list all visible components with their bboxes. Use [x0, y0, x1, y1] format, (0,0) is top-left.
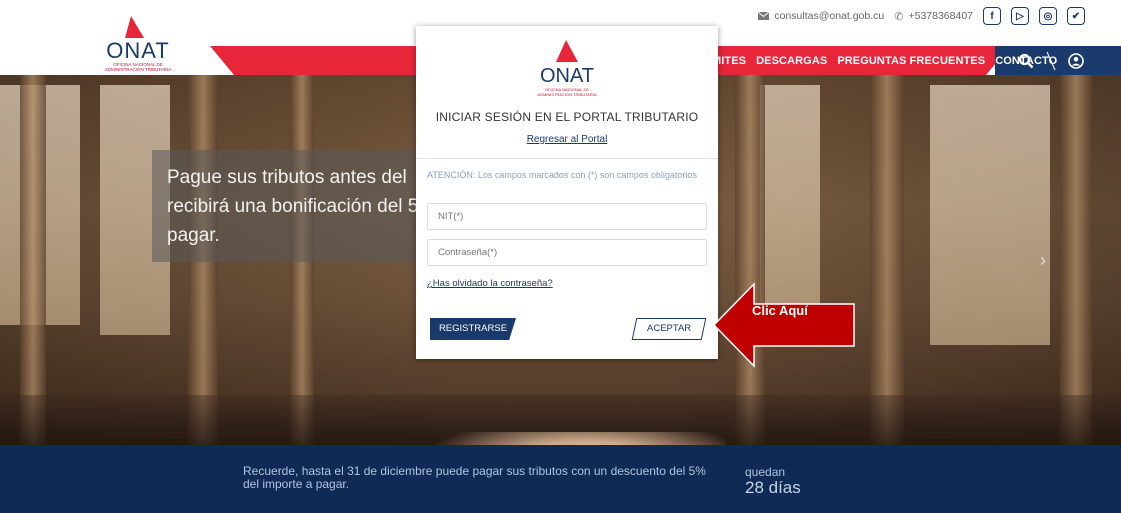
- search-icon[interactable]: [1018, 53, 1034, 69]
- login-modal: ONAT OFICINA NACIONAL DE ADMINISTRACIÓN …: [416, 26, 718, 359]
- play-icon[interactable]: ▷: [1011, 7, 1029, 25]
- accept-button-label: ACEPTAR: [646, 323, 692, 334]
- modal-title: INICIAR SESIÓN EN EL PORTAL TRIBUTARIO: [435, 110, 699, 124]
- accept-button[interactable]: ACEPTAR: [631, 318, 707, 340]
- modal-onat-logo: ONAT OFICINA NACIONAL DE ADMINISTRACIÓN …: [536, 38, 598, 98]
- required-fields-note: ATENCIÓN: Los campos marcados con (*) so…: [427, 170, 697, 180]
- phone-icon: ✆: [894, 10, 904, 23]
- page: Pague sus tributos antes del recibirá un…: [0, 0, 1121, 513]
- top-contacts: consultas@onat.gob.cu ✆ +5378368407 f ▷ …: [758, 7, 1085, 25]
- back-to-portal-link[interactable]: Regresar al Portal: [416, 134, 718, 145]
- countdown-value: 28 días: [745, 478, 801, 497]
- hero-text: Pague sus tributos antes del recibirá un…: [167, 167, 419, 246]
- main-nav: MITES DESCARGAS PREGUNTAS FRECUENTES CON…: [712, 46, 1057, 75]
- register-button[interactable]: REGISTRARSE: [430, 318, 516, 340]
- click-here-arrow: [712, 282, 855, 368]
- password-input[interactable]: [427, 239, 707, 266]
- instagram-icon[interactable]: ◎: [1039, 7, 1057, 25]
- email-text: consultas@onat.gob.cu: [774, 10, 885, 22]
- facebook-icon[interactable]: f: [983, 7, 1001, 25]
- forgot-password-link[interactable]: ¿Has olvidado la contraseña?: [427, 278, 553, 289]
- user-icon[interactable]: [1068, 52, 1084, 69]
- phone-contact[interactable]: ✆ +5378368407: [894, 10, 973, 23]
- nav-icons: [1018, 46, 1084, 75]
- onat-logo[interactable]: ONAT OFICINA NACIONAL DE ADMINISTRACIÓN …: [98, 14, 178, 74]
- mail-icon: [758, 12, 770, 20]
- modal-divider: [416, 158, 718, 159]
- divider-slash-icon: [1046, 51, 1056, 70]
- click-here-label: Clic Aquí: [752, 303, 808, 318]
- carousel-next-icon[interactable]: ›: [1040, 250, 1046, 271]
- phone-text: +5378368407: [908, 10, 973, 22]
- nav-item-descargas[interactable]: DESCARGAS: [756, 55, 827, 67]
- twitter-icon[interactable]: ✔: [1067, 7, 1085, 25]
- reminder-text: Recuerde, hasta el 31 de diciembre puede…: [243, 464, 706, 491]
- countdown-label: quedan: [745, 465, 786, 479]
- email-contact[interactable]: consultas@onat.gob.cu: [758, 10, 884, 22]
- nit-input[interactable]: [427, 203, 707, 230]
- nav-item-preguntas[interactable]: PREGUNTAS FRECUENTES: [837, 55, 985, 67]
